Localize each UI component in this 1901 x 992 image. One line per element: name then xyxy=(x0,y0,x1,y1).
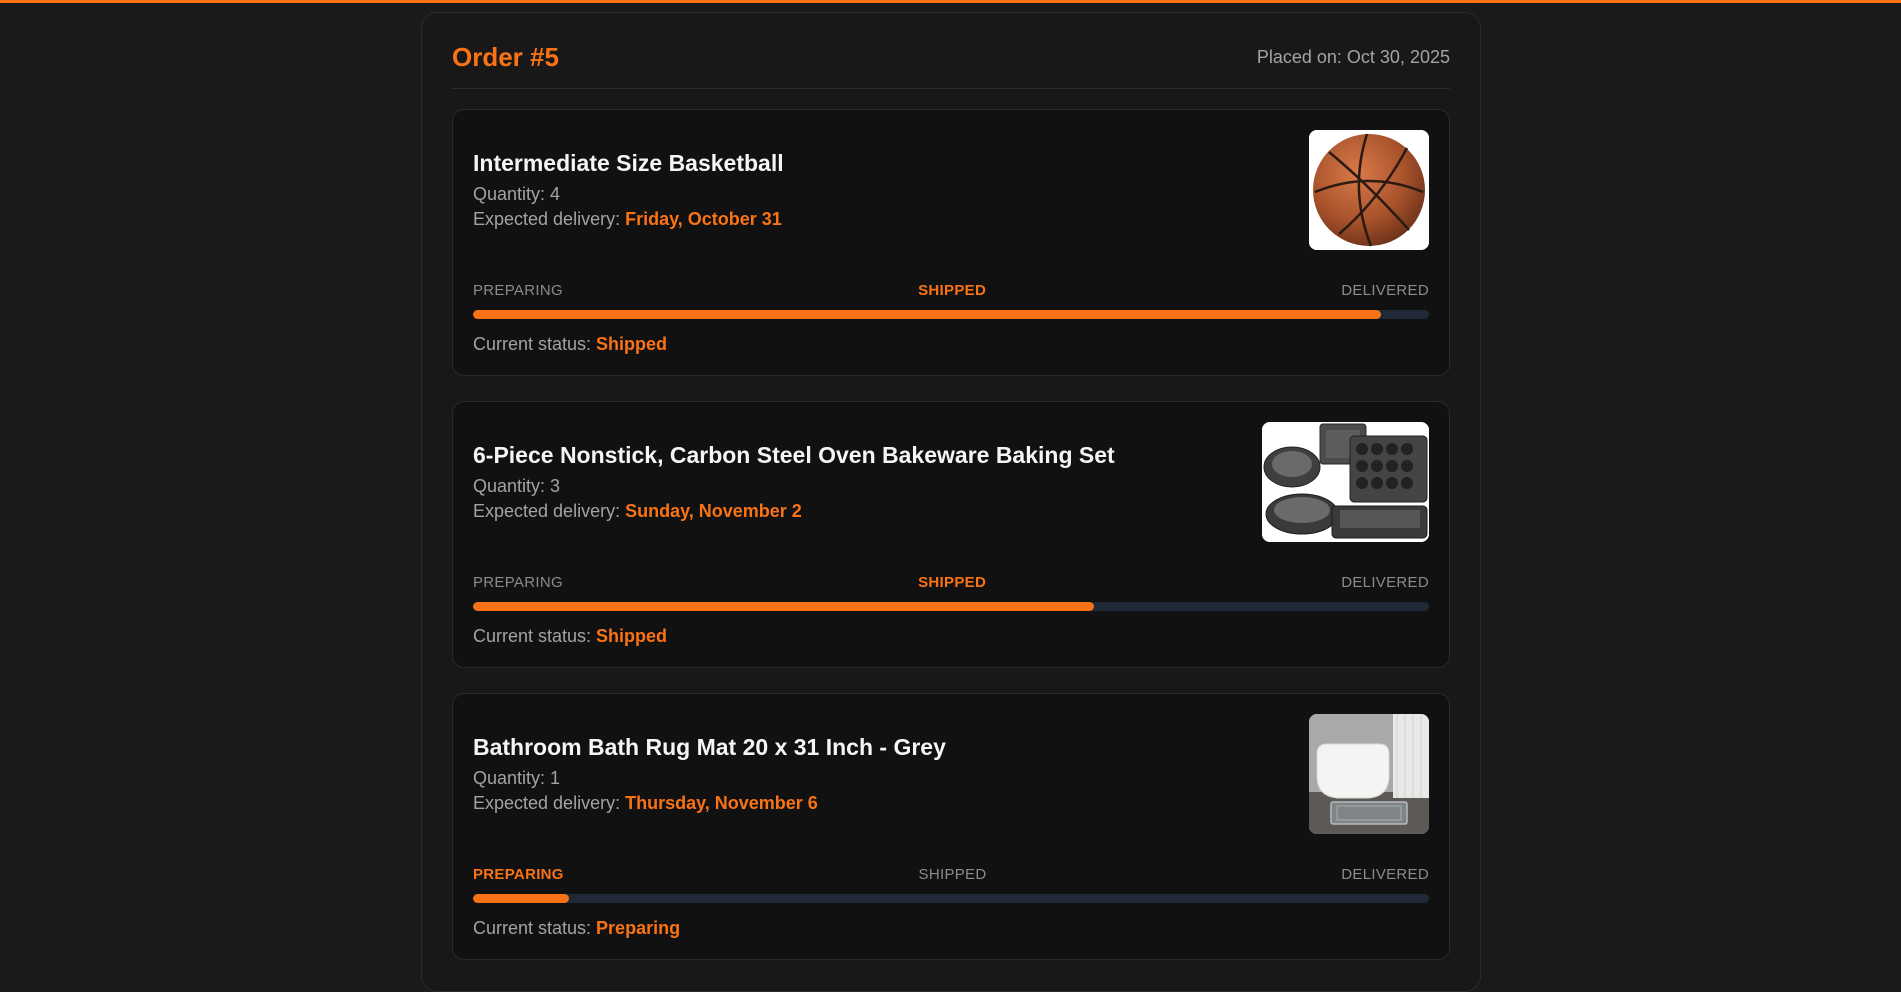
step-delivered: DELIVERED xyxy=(1341,282,1429,299)
step-preparing: PREPARING xyxy=(473,866,564,883)
order-item: Bathroom Bath Rug Mat 20 x 31 Inch - Gre… xyxy=(452,693,1450,960)
status-value: Shipped xyxy=(596,334,668,354)
quantity-value: 4 xyxy=(550,184,561,204)
quantity-label: Quantity: xyxy=(473,768,551,788)
progress-steps: PREPARING SHIPPED DELIVERED xyxy=(473,866,1429,883)
order-items: Intermediate Size Basketball Quantity: 4… xyxy=(452,89,1450,960)
step-delivered: DELIVERED xyxy=(1341,866,1429,883)
status-label: Current status: xyxy=(473,626,597,646)
placed-date: Placed on: Oct 30, 2025 xyxy=(1256,47,1450,67)
step-shipped: SHIPPED xyxy=(918,574,987,591)
quantity-label: Quantity: xyxy=(473,476,551,496)
quantity-label: Quantity: xyxy=(473,184,551,204)
current-status: Current status: Preparing xyxy=(473,918,680,939)
delivery-date: Friday, October 31 xyxy=(625,209,782,229)
item-quantity: Quantity: 4 xyxy=(473,185,1429,203)
progress-fill xyxy=(473,894,569,903)
order-title: Order #5 xyxy=(452,42,559,72)
current-status: Current status: Shipped xyxy=(473,626,667,647)
current-status: Current status: Shipped xyxy=(473,334,667,355)
step-delivered: DELIVERED xyxy=(1341,574,1429,591)
progress-track xyxy=(473,602,1429,611)
delivery-label: Expected delivery: xyxy=(473,501,626,521)
step-preparing: PREPARING xyxy=(473,282,563,299)
quantity-value: 1 xyxy=(550,768,561,788)
step-shipped: SHIPPED xyxy=(918,282,987,299)
delivery-date: Sunday, November 2 xyxy=(625,501,802,521)
progress-fill xyxy=(473,310,1382,319)
delivery-label: Expected delivery: xyxy=(473,209,626,229)
step-shipped: SHIPPED xyxy=(918,866,987,883)
basketball-image xyxy=(1309,130,1429,250)
item-delivery: Expected delivery: Friday, October 31 xyxy=(473,210,1429,228)
status-label: Current status: xyxy=(473,334,597,354)
status-value: Preparing xyxy=(596,918,681,938)
status-value: Shipped xyxy=(596,626,668,646)
delivery-date: Thursday, November 6 xyxy=(625,793,818,813)
item-name: Intermediate Size Basketball xyxy=(473,150,784,176)
status-label: Current status: xyxy=(473,918,597,938)
bakeware-image xyxy=(1262,422,1429,542)
top-accent-bar xyxy=(0,0,1901,3)
progress-track xyxy=(473,310,1429,319)
delivery-label: Expected delivery: xyxy=(473,793,626,813)
item-name: Bathroom Bath Rug Mat 20 x 31 Inch - Gre… xyxy=(473,734,946,760)
progress-fill xyxy=(473,602,1095,611)
order-item: Intermediate Size Basketball Quantity: 4… xyxy=(452,109,1450,376)
item-delivery: Expected delivery: Thursday, November 6 xyxy=(473,794,1429,812)
quantity-value: 3 xyxy=(550,476,561,496)
order-item: 6-Piece Nonstick, Carbon Steel Oven Bake… xyxy=(452,401,1450,668)
bath-rug-image xyxy=(1309,714,1429,834)
item-quantity: Quantity: 1 xyxy=(473,769,1429,787)
step-preparing: PREPARING xyxy=(473,574,563,591)
progress-steps: PREPARING SHIPPED DELIVERED xyxy=(473,574,1429,591)
order-header: Order #5 Placed on: Oct 30, 2025 xyxy=(452,13,1450,89)
order-card: Order #5 Placed on: Oct 30, 2025 Interme… xyxy=(421,12,1481,992)
progress-track xyxy=(473,894,1429,903)
progress-steps: PREPARING SHIPPED DELIVERED xyxy=(473,282,1429,299)
